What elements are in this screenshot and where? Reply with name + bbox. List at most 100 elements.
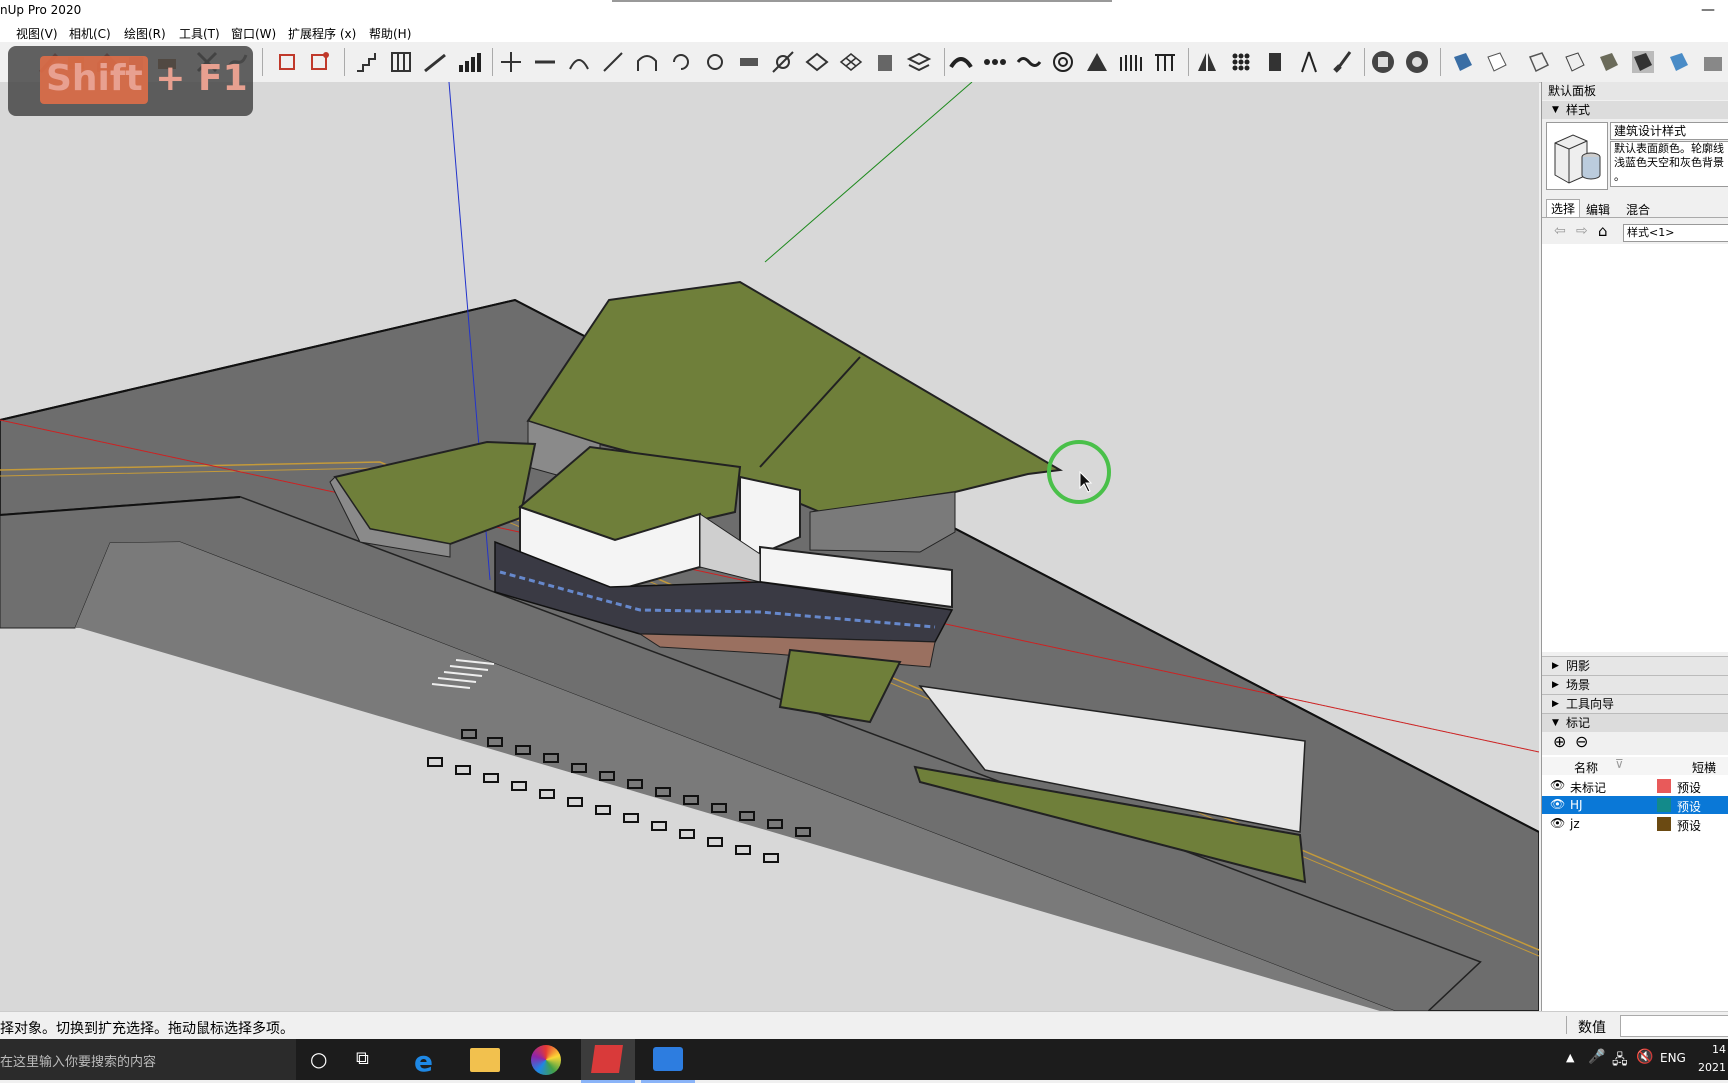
shaded-texture-icon[interactable] [1596, 49, 1622, 75]
menu-view[interactable]: 视图(V) [16, 25, 58, 42]
tag-color-swatch[interactable] [1657, 779, 1671, 793]
ramp-icon[interactable] [422, 49, 448, 75]
scenes-panel-header[interactable]: ▶ 场景 [1542, 675, 1728, 694]
shadows-panel-header[interactable]: ▶ 阴影 [1542, 656, 1728, 675]
stairs-icon[interactable] [354, 49, 380, 75]
model-viewport[interactable] [0, 82, 1539, 1011]
component-icon[interactable] [274, 49, 300, 75]
menu-help[interactable]: 帮助(H) [369, 25, 411, 42]
line-node-icon[interactable] [770, 49, 796, 75]
style-collection-dropdown[interactable]: 样式<1> [1623, 224, 1728, 242]
style-thumbnail[interactable] [1546, 122, 1608, 190]
monochrome-icon[interactable] [1630, 49, 1656, 75]
tag-row-jz[interactable]: 👁 jz 预设 [1542, 815, 1728, 833]
eye-icon[interactable]: 👁 [1550, 778, 1565, 792]
tags-panel-header[interactable]: ▼ 标记 [1542, 713, 1728, 732]
windows-taskbar: 在这里输入你要搜索的内容 ○ ⧉ e ▲ 🎤 🖧 🔇 ENG 14 2021 [0, 1039, 1728, 1083]
tab-edit[interactable]: 编辑 [1586, 201, 1610, 218]
tag-row-hj[interactable]: 👁 HJ 预设 [1542, 796, 1728, 814]
line-split-icon[interactable] [532, 49, 558, 75]
group-icon[interactable] [306, 49, 332, 75]
style-name-field[interactable]: 建筑设计样式 [1610, 122, 1728, 140]
add-tag-icon[interactable]: ⊕ [1553, 732, 1566, 751]
triangle-tool-icon[interactable] [1084, 49, 1110, 75]
array-grid-icon[interactable] [1228, 49, 1254, 75]
remove-tag-icon[interactable]: ⊖ [1575, 732, 1588, 751]
styles-panel-header[interactable]: ▼ 样式 [1542, 101, 1728, 119]
railing-icon[interactable] [388, 49, 414, 75]
arch-icon[interactable] [634, 49, 660, 75]
recorder-taskbar-button[interactable] [641, 1039, 695, 1083]
edge-browser-icon[interactable]: e [410, 1045, 440, 1078]
microphone-icon[interactable]: 🎤 [1588, 1049, 1605, 1065]
model-info-icon[interactable] [1370, 49, 1396, 75]
plane-icon[interactable] [804, 49, 830, 75]
tray-expand-icon[interactable]: ▲ [1566, 1051, 1574, 1064]
panel-icon[interactable] [1262, 49, 1288, 75]
dots-line-icon[interactable] [982, 49, 1008, 75]
volume-muted-icon[interactable]: 🔇 [1636, 1049, 1653, 1065]
network-icon[interactable]: 🖧 [1612, 1049, 1628, 1073]
file-explorer-icon[interactable] [470, 1048, 500, 1072]
taskbar-search-box[interactable]: 在这里输入你要搜索的内容 [0, 1039, 296, 1080]
compass-icon[interactable] [1296, 49, 1322, 75]
grid-plane-icon[interactable] [838, 49, 864, 75]
orbit-icon[interactable] [702, 49, 728, 75]
xray-mode-icon[interactable] [1666, 49, 1692, 75]
tab-mix[interactable]: 混合 [1626, 201, 1650, 218]
sketchup-taskbar-button[interactable] [581, 1039, 635, 1083]
brush-icon[interactable] [1330, 49, 1356, 75]
tag-dash[interactable]: 预设 [1677, 817, 1701, 834]
back-arrow-icon[interactable]: ⇦ [1554, 223, 1566, 239]
tag-dash[interactable]: 预设 [1677, 779, 1701, 796]
arc-bridge-icon[interactable] [948, 49, 974, 75]
language-indicator[interactable]: ENG [1660, 1051, 1686, 1065]
camera-record-icon[interactable] [1404, 49, 1430, 75]
tag-color-swatch[interactable] [1657, 817, 1671, 831]
color-app-icon[interactable] [531, 1045, 561, 1075]
sort-icon[interactable]: ⊽ [1615, 757, 1624, 771]
clock-date[interactable]: 2021 [1698, 1061, 1726, 1074]
shaded-face-icon[interactable] [1450, 49, 1476, 75]
layers-icon[interactable] [906, 49, 932, 75]
measurements-input[interactable] [1620, 1015, 1728, 1037]
fillet-icon[interactable] [600, 49, 626, 75]
col-dash[interactable]: 短横 [1692, 759, 1716, 776]
style-description[interactable]: 默认表面颜色。轮廓线 浅蓝色天空和灰色背景 。 [1610, 141, 1728, 187]
curve-tool-icon[interactable] [566, 49, 592, 75]
minimize-button[interactable]: — [1688, 0, 1728, 22]
box-icon[interactable] [872, 49, 898, 75]
comb-icon[interactable] [1118, 49, 1144, 75]
style-list-area[interactable] [1542, 244, 1728, 652]
menu-draw[interactable]: 绘图(R) [124, 25, 166, 42]
warehouse-icon[interactable] [1700, 49, 1726, 75]
offset-icon[interactable] [736, 49, 762, 75]
eye-icon[interactable]: 👁 [1550, 816, 1565, 830]
spiral-icon[interactable] [1050, 49, 1076, 75]
col-name[interactable]: 名称 [1574, 759, 1598, 776]
xray-icon[interactable] [1562, 49, 1588, 75]
weld-icon[interactable] [498, 49, 524, 75]
wave-icon[interactable] [1016, 49, 1042, 75]
menu-camera[interactable]: 相机(C) [69, 25, 111, 42]
eye-icon[interactable]: 👁 [1550, 797, 1565, 811]
clock-time[interactable]: 14 [1712, 1043, 1726, 1056]
steps-chart-icon[interactable] [456, 49, 482, 75]
hidden-line-icon[interactable] [1484, 49, 1510, 75]
tab-select[interactable]: 选择 [1546, 199, 1581, 217]
cortana-circle-icon[interactable]: ○ [310, 1047, 327, 1071]
instructor-panel-header[interactable]: ▶ 工具向导 [1542, 694, 1728, 713]
forward-arrow-icon[interactable]: ⇨ [1576, 223, 1588, 239]
tag-color-swatch[interactable] [1657, 798, 1671, 812]
columns-icon[interactable] [1152, 49, 1178, 75]
wireframe-icon[interactable] [1526, 49, 1552, 75]
menu-window[interactable]: 窗口(W) [231, 25, 276, 42]
rotate-icon[interactable] [668, 49, 694, 75]
menu-tools[interactable]: 工具(T) [179, 25, 220, 42]
menu-extensions[interactable]: 扩展程序 (x) [288, 25, 356, 42]
tag-row-untagged[interactable]: 👁 未标记 预设 [1542, 777, 1728, 795]
home-icon[interactable]: ⌂ [1598, 222, 1608, 240]
mirror-icon[interactable] [1194, 49, 1220, 75]
task-view-icon[interactable]: ⧉ [356, 1048, 369, 1069]
tag-dash[interactable]: 预设 [1677, 798, 1701, 815]
